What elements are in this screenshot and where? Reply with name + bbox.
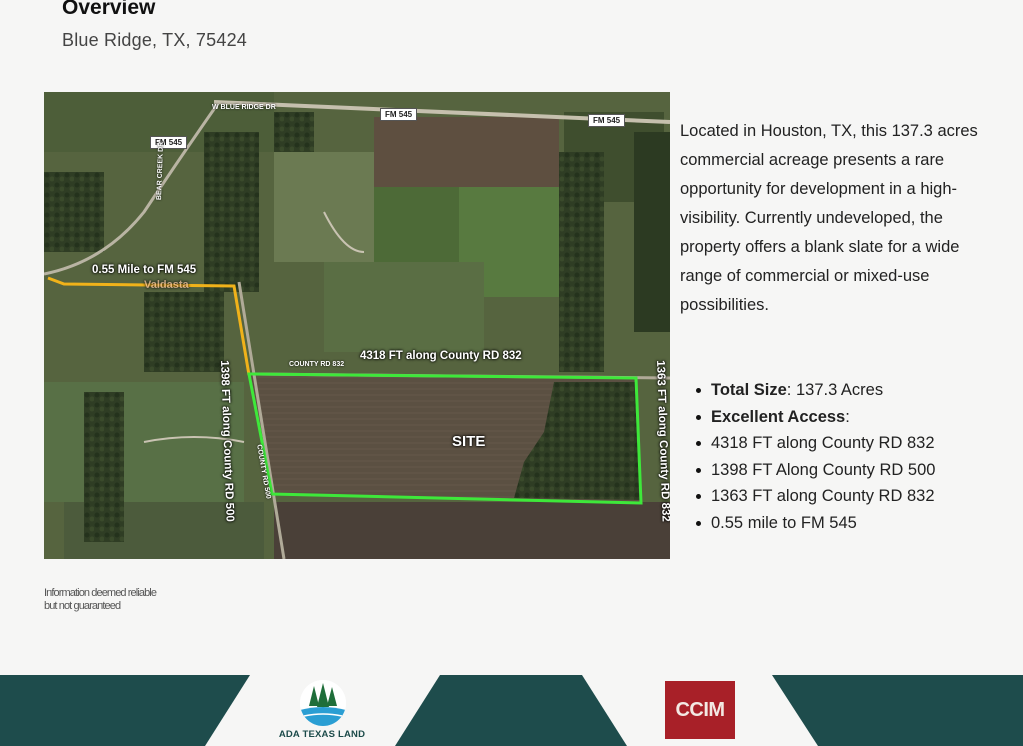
ada-logo-text: ADA TEXAS LAND: [278, 729, 366, 740]
road-shield-fm545: FM 545: [380, 108, 418, 121]
aerial-map: W BLUE RIDGE DR FM 545 FM 545 FM 545 BEA…: [44, 92, 670, 559]
property-description: Located in Houston, TX, this 137.3 acres…: [680, 122, 978, 314]
map-graphic: [44, 92, 670, 559]
map-label-rd832-north: 4318 FT along County RD 832: [360, 350, 522, 362]
feature-item: 0.55 mile to FM 545: [680, 510, 1000, 537]
map-label-town: Valdasta: [144, 279, 189, 291]
map-label-site: SITE: [452, 433, 486, 450]
page-title: Overview: [62, 0, 156, 19]
ccim-logo: CCIM: [665, 681, 735, 739]
footer-band: [0, 675, 1023, 746]
road-shield-fm545: FM 545: [588, 114, 626, 127]
feature-item: 4318 FT along County RD 832: [680, 430, 1000, 457]
feature-item: 1398 FT Along County RD 500: [680, 457, 1000, 484]
feature-item: 1363 FT along County RD 832: [680, 483, 1000, 510]
road-label-county-rd-832: COUNTY RD 832: [289, 361, 345, 368]
feature-list: Total Size: 137.3 Acres Excellent Access…: [680, 377, 1000, 536]
feature-total-size: Total Size: 137.3 Acres: [680, 377, 1000, 404]
road-label-blue-ridge-dr: W BLUE RIDGE DR: [212, 104, 276, 111]
disclaimer: Information deemed reliable but not guar…: [44, 587, 157, 612]
page-subtitle: Blue Ridge, TX, 75424: [62, 30, 247, 50]
feature-access: Excellent Access:: [680, 404, 1000, 431]
footer-shapes: [0, 675, 1023, 746]
road-shield-fm545: FM 545: [150, 136, 188, 149]
map-label-fm545-distance: 0.55 Mile to FM 545: [92, 264, 197, 276]
tree-lake-icon: [300, 680, 346, 726]
ada-texas-land-logo: ADA TEXAS LAND: [270, 680, 374, 742]
